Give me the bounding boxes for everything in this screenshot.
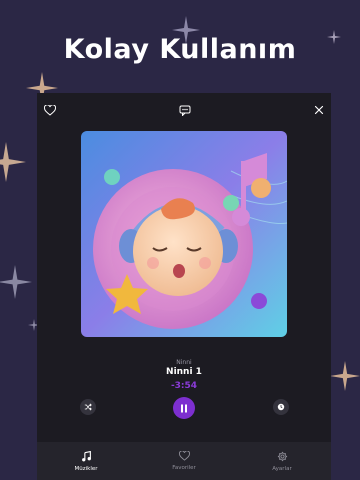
track-title: Ninni 1 xyxy=(166,367,202,377)
headline: Kolay Kullanım xyxy=(63,34,297,65)
pause-button[interactable] xyxy=(173,397,195,419)
sparkle-icon xyxy=(0,265,32,299)
tab-label: Ayarlar xyxy=(272,465,292,472)
timer-button[interactable] xyxy=(273,399,289,415)
pause-icon xyxy=(181,404,187,412)
tab-bar: Müzikler Favoriler Ayarlar xyxy=(37,442,331,480)
remaining-time: -3:54 xyxy=(170,381,198,391)
heart-outline-icon xyxy=(178,451,190,461)
shuffle-button[interactable] xyxy=(80,399,96,415)
tab-ayarlar[interactable]: Ayarlar xyxy=(233,442,331,480)
chat-bubble-icon[interactable] xyxy=(177,102,193,118)
tab-label: Müzikler xyxy=(74,465,98,472)
music-note-icon xyxy=(81,450,91,461)
close-icon[interactable] xyxy=(311,102,327,118)
tab-muzikler[interactable]: Müzikler xyxy=(37,442,135,480)
album-artwork xyxy=(81,131,287,337)
gear-icon xyxy=(277,451,287,461)
tab-label: Favoriler xyxy=(172,465,196,471)
favorite-heart-icon[interactable] xyxy=(42,102,58,118)
track-subtitle: Ninni xyxy=(176,359,192,366)
sparkle-icon xyxy=(330,361,360,391)
sparkle-icon xyxy=(0,142,26,182)
screenshot-canvas: Kolay Kullanım Ninni Ninni 1 -3:54 Müzik… xyxy=(0,0,360,480)
shuffle-icon xyxy=(84,403,92,411)
timer-icon xyxy=(277,403,285,411)
tab-favoriler[interactable]: Favoriler xyxy=(135,442,233,480)
app-screen: Ninni Ninni 1 -3:54 Müzikler Favoriler A… xyxy=(37,93,331,480)
